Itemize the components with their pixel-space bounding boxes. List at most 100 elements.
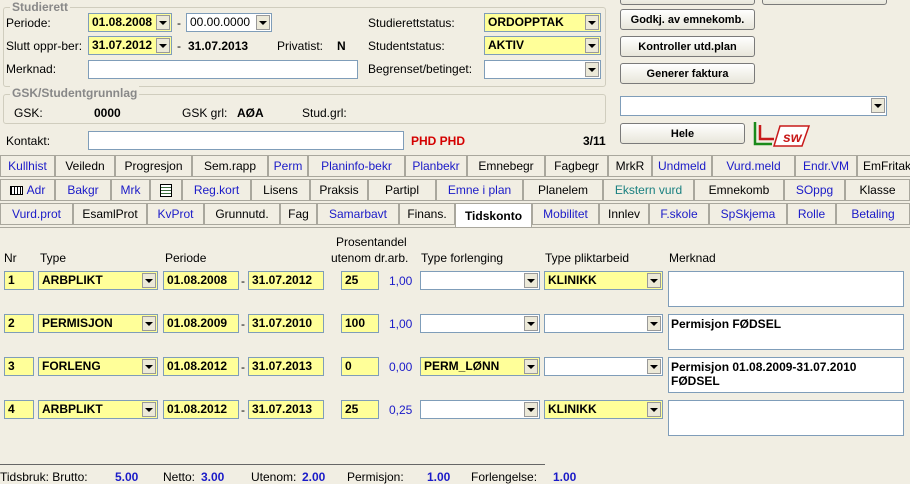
row-from-field[interactable]: 01.08.2012 [163, 357, 239, 376]
chevron-down-icon[interactable] [585, 62, 599, 77]
tab-emnekomb[interactable]: Emnekomb [694, 179, 784, 201]
studentstatus-select[interactable]: AKTIV [484, 36, 601, 55]
tab-vurd-prot[interactable]: Vurd.prot [0, 203, 73, 225]
row-forlenging-select[interactable]: PERM_LØNN [420, 357, 540, 376]
chevron-down-icon[interactable] [524, 402, 538, 417]
row-forlenging-select[interactable] [420, 314, 540, 333]
row-nr-field[interactable]: 3 [4, 357, 34, 376]
tab-sem-rapp[interactable]: Sem.rapp [192, 155, 268, 177]
tab-rolle[interactable]: Rolle [787, 203, 836, 225]
tab-grunnutd[interactable]: Grunnutd. [204, 203, 280, 225]
tab-bakgr[interactable]: Bakgr [55, 179, 111, 201]
row-type-select[interactable]: PERMISJON [38, 314, 158, 333]
tab-mrkr[interactable]: MrkR [608, 155, 652, 177]
row-nr-field[interactable]: 4 [4, 400, 34, 419]
row-pct-field[interactable]: 100 [341, 314, 379, 333]
tab-kullhist[interactable]: Kullhist [0, 155, 55, 177]
row-from-field[interactable]: 01.08.2012 [163, 400, 239, 419]
tab-planelem[interactable]: Planelem [523, 179, 603, 201]
tab-mrk[interactable]: Mrk [111, 179, 150, 201]
row-plikt-select[interactable] [544, 357, 663, 376]
tab-lisens[interactable]: Lisens [251, 179, 310, 201]
tab-mobilitet[interactable]: Mobilitet [532, 203, 599, 225]
hele-button[interactable]: Hele [620, 123, 745, 144]
chevron-down-icon[interactable] [585, 15, 599, 30]
row-to-field[interactable]: 31.07.2013 [248, 357, 324, 376]
tab-f-skole[interactable]: F.skole [649, 203, 709, 225]
tab-emnebegr[interactable]: Emnebegr [467, 155, 545, 177]
chevron-down-icon[interactable] [647, 402, 661, 417]
tab-planinfo-bekr[interactable]: Planinfo-bekr [308, 155, 405, 177]
periode-to-field[interactable]: 00.00.0000 [186, 13, 272, 32]
tab-tidskonto[interactable]: Tidskonto [455, 203, 532, 227]
row-plikt-select[interactable] [544, 314, 663, 333]
row-merknad-field[interactable]: Permisjon 01.08.2009-31.07.2010 FØDSEL [668, 357, 904, 393]
chevron-down-icon[interactable] [142, 402, 156, 417]
top-right-button-partial[interactable] [620, 0, 755, 5]
chevron-down-icon[interactable] [156, 38, 170, 53]
tab-vurd-meld[interactable]: Vurd.meld [712, 155, 795, 177]
row-type-select[interactable]: ARBPLIKT [38, 400, 158, 419]
row-forlenging-select[interactable] [420, 271, 540, 290]
tab-esamlprot[interactable]: EsamlProt [73, 203, 147, 225]
row-merknad-field[interactable]: Permisjon FØDSEL [668, 314, 904, 350]
row-type-select[interactable]: FORLENG [38, 357, 158, 376]
row-to-field[interactable]: 31.07.2012 [248, 271, 324, 290]
tab-klasse[interactable]: Klasse [845, 179, 910, 201]
row-pct-field[interactable]: 25 [341, 271, 379, 290]
tab-veiledn[interactable]: Veiledn [55, 155, 115, 177]
row-merknad-field[interactable] [668, 400, 904, 436]
tab-adr[interactable]: Adr [0, 179, 55, 201]
chevron-down-icon[interactable] [585, 38, 599, 53]
kontroller-utdplan-button[interactable]: Kontroller utd.plan [620, 36, 755, 57]
chevron-down-icon[interactable] [142, 316, 156, 331]
chevron-down-icon[interactable] [524, 273, 538, 288]
row-from-field[interactable]: 01.08.2008 [163, 271, 239, 290]
tab-endr-vm[interactable]: Endr.VM [795, 155, 857, 177]
tab-emfritak[interactable]: EmFritak [857, 155, 910, 177]
chevron-down-icon[interactable] [156, 15, 170, 30]
tab-perm[interactable]: Perm [268, 155, 308, 177]
tab-partipl[interactable]: Partipl [368, 179, 436, 201]
row-plikt-select[interactable]: KLINIKK [544, 271, 663, 290]
tab-ekstern-vurd[interactable]: Ekstern vurd [603, 179, 694, 201]
chevron-down-icon[interactable] [524, 359, 538, 374]
row-pct-field[interactable]: 25 [341, 400, 379, 419]
chevron-down-icon[interactable] [142, 359, 156, 374]
tab-emne-i-plan[interactable]: Emne i plan [436, 179, 523, 201]
row-nr-field[interactable]: 2 [4, 314, 34, 333]
row-plikt-select[interactable]: KLINIKK [544, 400, 663, 419]
row-to-field[interactable]: 31.07.2013 [248, 400, 324, 419]
chevron-down-icon[interactable] [871, 98, 885, 113]
tab-reg-kort[interactable]: Reg.kort [182, 179, 251, 201]
tab-spskjema[interactable]: SpSkjema [709, 203, 787, 225]
begrenset-select[interactable] [484, 60, 601, 79]
chevron-down-icon[interactable] [256, 15, 270, 30]
row-to-field[interactable]: 31.07.2010 [248, 314, 324, 333]
kontakt-input[interactable] [88, 131, 404, 150]
slutt-from-field[interactable]: 31.07.2012 [88, 36, 172, 55]
tab-praksis[interactable]: Praksis [310, 179, 368, 201]
chevron-down-icon[interactable] [647, 273, 661, 288]
periode-from-field[interactable]: 01.08.2008 [88, 13, 172, 32]
merknad-input[interactable] [88, 60, 358, 79]
tab-planbekr[interactable]: Planbekr [405, 155, 467, 177]
row-nr-field[interactable]: 1 [4, 271, 34, 290]
godkj-emnekomb-button[interactable]: Godkj. av emnekomb. [620, 9, 755, 30]
tab-finans[interactable]: Finans. [399, 203, 455, 225]
tab-kvprot[interactable]: KvProt [147, 203, 204, 225]
generer-faktura-button[interactable]: Generer faktura [620, 63, 755, 84]
tab-fagbegr[interactable]: Fagbegr [545, 155, 608, 177]
chevron-down-icon[interactable] [524, 316, 538, 331]
studierettstatus-select[interactable]: ORDOPPTAK [484, 13, 601, 32]
chevron-down-icon[interactable] [647, 316, 661, 331]
chevron-down-icon[interactable] [647, 359, 661, 374]
chevron-down-icon[interactable] [142, 273, 156, 288]
row-forlenging-select[interactable] [420, 400, 540, 419]
tab-innlev[interactable]: Innlev [599, 203, 649, 225]
tab-soppg[interactable]: SOppg [784, 179, 845, 201]
row-merknad-field[interactable] [668, 271, 904, 307]
tab-progresjon[interactable]: Progresjon [115, 155, 192, 177]
tab-samarbavt[interactable]: Samarbavt [317, 203, 399, 225]
report-select[interactable] [620, 96, 887, 116]
